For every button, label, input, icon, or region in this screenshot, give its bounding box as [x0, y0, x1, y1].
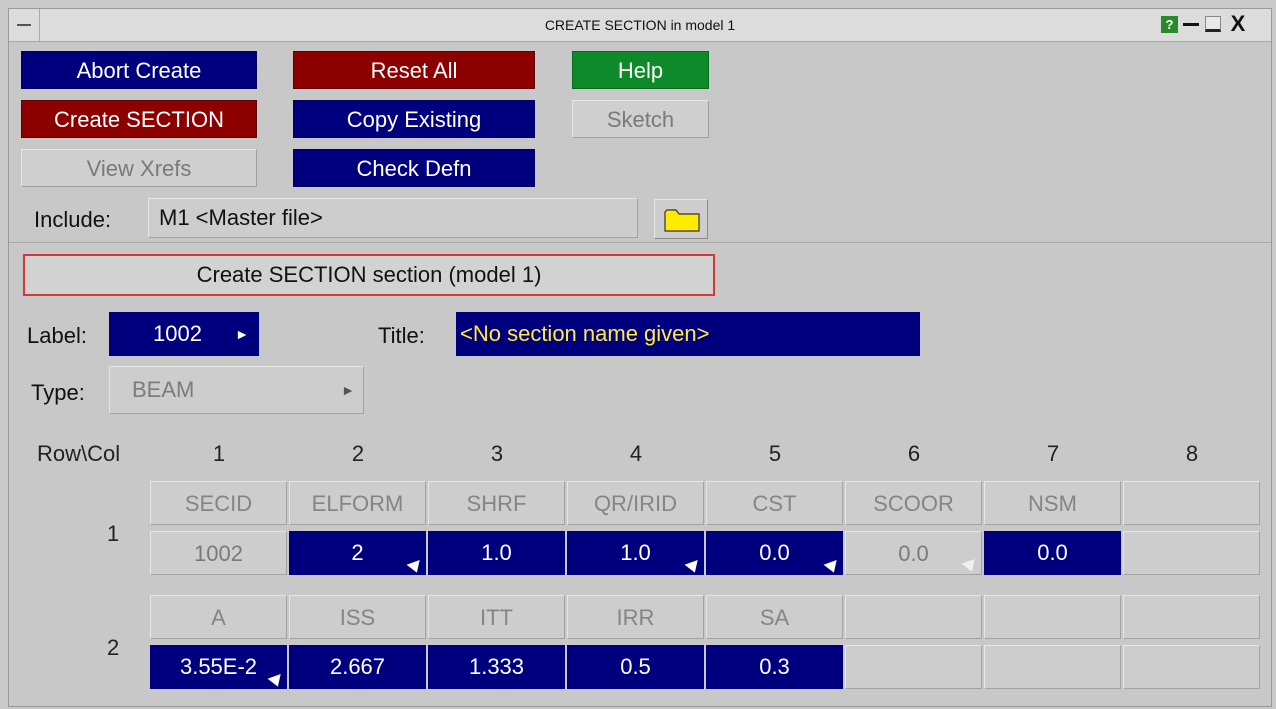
shrf-field[interactable]: 1.0: [428, 531, 565, 575]
secid-field: 1002: [150, 531, 287, 575]
elform-field[interactable]: 2: [289, 531, 426, 576]
title-caption: Title:: [378, 323, 425, 348]
dropdown-corner-icon[interactable]: [684, 559, 702, 576]
field-header: A: [150, 595, 287, 639]
folder-icon: [664, 209, 700, 232]
field-header: QR/IRID: [567, 481, 704, 525]
help-button[interactable]: Help: [572, 51, 709, 89]
title-bar: CREATE SECTION in model 1 ? X: [9, 9, 1271, 42]
a-value: 3.55E-2: [179, 654, 258, 679]
dropdown-corner-icon: [961, 558, 979, 575]
field-header: [984, 595, 1121, 639]
field-header: ELFORM: [289, 481, 426, 525]
field-header: [1123, 595, 1260, 639]
grid-corner-label: Row\Col: [37, 441, 121, 466]
check-defn-button[interactable]: Check Defn: [293, 149, 535, 187]
field-header: SA: [706, 595, 843, 639]
type-value: BEAM: [132, 377, 195, 402]
sketch-button[interactable]: Sketch: [572, 100, 709, 138]
field-header: [1123, 481, 1260, 525]
column-header: 6: [907, 441, 921, 466]
qr-irid-value: 1.0: [620, 540, 651, 565]
help-icon[interactable]: ?: [1161, 16, 1178, 33]
column-header: 8: [1185, 441, 1199, 466]
itt-field[interactable]: 1.333: [428, 645, 565, 689]
label-input[interactable]: 1002 ►: [109, 312, 259, 356]
empty-field: [845, 645, 982, 689]
title-input[interactable]: <No section name given>: [456, 312, 920, 356]
include-label: Include:: [34, 207, 112, 232]
row-label: 1: [107, 521, 120, 546]
column-header: 5: [768, 441, 782, 466]
view-xrefs-button[interactable]: View Xrefs: [21, 149, 257, 187]
dropdown-corner-icon[interactable]: [823, 559, 841, 576]
scoor-value: 0.0: [898, 541, 929, 566]
sa-field[interactable]: 0.3: [706, 645, 843, 689]
create-section-button[interactable]: Create SECTION: [21, 100, 257, 138]
minimize-icon[interactable]: [1183, 23, 1199, 26]
qr-irid-field[interactable]: 1.0: [567, 531, 704, 576]
label-caption: Label:: [27, 323, 87, 348]
cst-value: 0.0: [759, 540, 790, 565]
dropdown-corner-icon[interactable]: [267, 673, 285, 690]
dropdown-corner-icon[interactable]: [406, 559, 424, 576]
a-field[interactable]: 3.55E-2: [150, 645, 287, 690]
field-header: SECID: [150, 481, 287, 525]
arrow-right-icon: ►: [341, 382, 355, 398]
include-field[interactable]: M1 <Master file>: [148, 198, 638, 238]
divider: [9, 242, 1271, 243]
column-header: 7: [1046, 441, 1060, 466]
type-caption: Type:: [31, 380, 85, 405]
field-header: ITT: [428, 595, 565, 639]
field-header: CST: [706, 481, 843, 525]
field-header: IRR: [567, 595, 704, 639]
column-header: 4: [629, 441, 643, 466]
row-label: 2: [107, 635, 120, 660]
maximize-icon[interactable]: [1205, 16, 1221, 32]
elform-value: 2: [351, 540, 364, 565]
field-header: ISS: [289, 595, 426, 639]
reset-all-button[interactable]: Reset All: [293, 51, 535, 89]
column-header: 1: [212, 441, 226, 466]
arrow-right-icon: ►: [235, 326, 249, 342]
copy-existing-button[interactable]: Copy Existing: [293, 100, 535, 138]
field-header: SHRF: [428, 481, 565, 525]
column-header: 2: [351, 441, 365, 466]
field-header: SCOOR: [845, 481, 982, 525]
window-title: CREATE SECTION in model 1: [544, 17, 736, 33]
cst-field[interactable]: 0.0: [706, 531, 843, 576]
abort-create-button[interactable]: Abort Create: [21, 51, 257, 89]
section-banner: Create SECTION section (model 1): [23, 254, 715, 296]
field-header: [845, 595, 982, 639]
nsm-field[interactable]: 0.0: [984, 531, 1121, 575]
type-select[interactable]: BEAM ►: [109, 366, 364, 414]
iss-field[interactable]: 2.667: [289, 645, 426, 689]
scoor-field: 0.0: [845, 531, 982, 575]
field-header: NSM: [984, 481, 1121, 525]
column-header: 3: [490, 441, 504, 466]
close-icon[interactable]: X: [1229, 13, 1247, 35]
create-section-window: CREATE SECTION in model 1 ? X Abort Crea…: [8, 8, 1272, 707]
empty-field: [1123, 645, 1260, 689]
folder-button[interactable]: [654, 199, 708, 239]
empty-field: [984, 645, 1121, 689]
label-value: 1002: [153, 321, 202, 346]
irr-field[interactable]: 0.5: [567, 645, 704, 689]
empty-field: [1123, 531, 1260, 575]
